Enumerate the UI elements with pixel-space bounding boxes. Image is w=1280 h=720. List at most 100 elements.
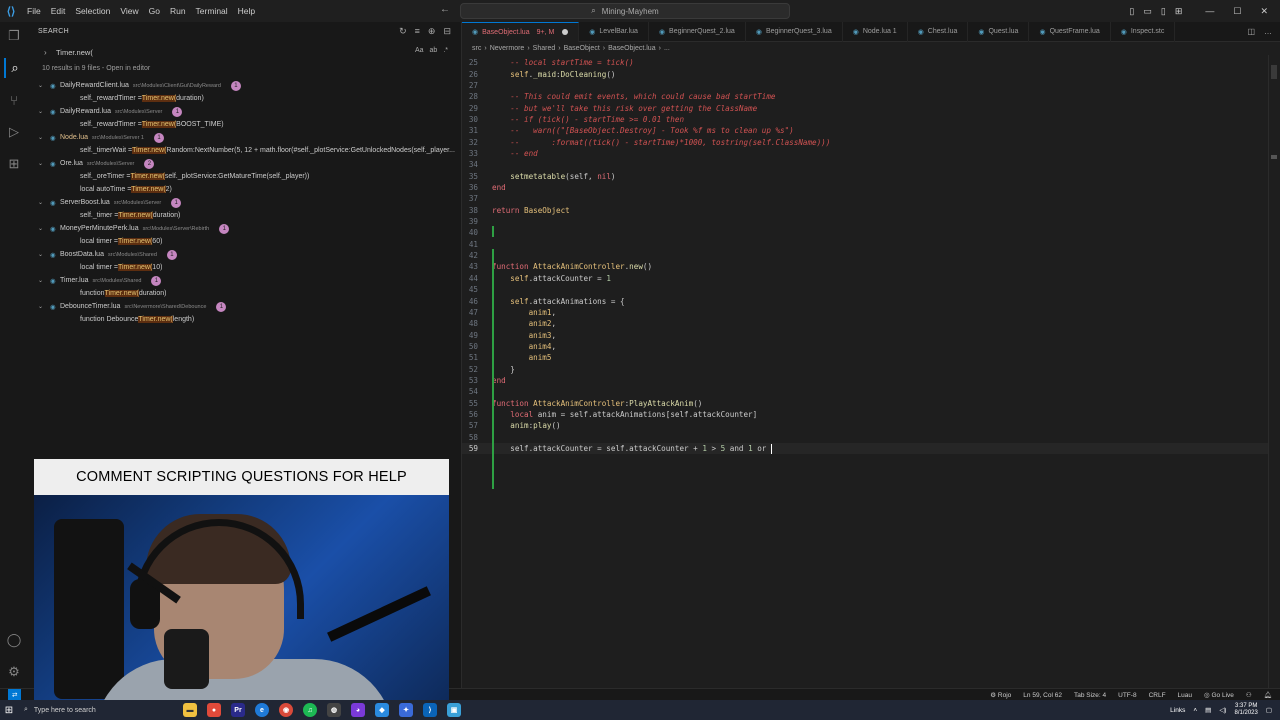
vscode-icon[interactable]: ⟩: [423, 703, 437, 717]
file-explorer-icon[interactable]: ▬: [183, 703, 197, 717]
notification-center-icon[interactable]: ▢: [1266, 706, 1272, 714]
editor-tab[interactable]: ◉ Chest.lua: [908, 21, 969, 42]
code-line[interactable]: 59 self.attackCounter = self.attackCount…: [462, 442, 1268, 455]
tray-overflow-icon[interactable]: ˄: [1193, 707, 1197, 714]
clock[interactable]: 3:37 PM 8/1/2023: [1234, 703, 1257, 717]
result-match-row[interactable]: local timer = Timer.new(60): [28, 235, 461, 248]
menu-go[interactable]: Go: [144, 6, 165, 16]
breadcrumb-item[interactable]: Nevermore: [490, 45, 525, 52]
result-match-row[interactable]: self._rewardTimer = Timer.new(duration): [28, 92, 461, 105]
close-icon[interactable]: ✕: [1260, 6, 1268, 17]
windows-start-icon[interactable]: ⊞: [0, 700, 18, 720]
code-line[interactable]: 44 self.attackCounter = 1: [462, 273, 1268, 284]
tab-size[interactable]: Tab Size: 4: [1074, 692, 1106, 699]
code-line[interactable]: 25 -- local startTime = tick(): [462, 57, 1268, 68]
chevron-down-icon[interactable]: ⌄: [38, 277, 50, 284]
result-file-row[interactable]: ⌄ ◉ Timer.lua src\Modules\Shared 1: [28, 274, 461, 287]
menu-edit[interactable]: Edit: [46, 6, 71, 16]
chevron-down-icon[interactable]: ⌄: [38, 160, 50, 167]
result-file-row[interactable]: ⌄ ◉ ServerBoost.lua src\Modules\Server 1: [28, 196, 461, 209]
unsaved-dot-icon[interactable]: [562, 29, 569, 35]
code-line[interactable]: 55 function AttackAnimController:PlayAtta…: [462, 398, 1268, 409]
result-file-row[interactable]: ⌄ ◉ DailyRewardClient.lua src\Modules\Clien…: [28, 79, 461, 92]
code-line[interactable]: 49 anim3,: [462, 329, 1268, 340]
toggle-sidebar-icon[interactable]: ▯: [1129, 6, 1134, 17]
layout-icon[interactable]: ⊞: [1175, 6, 1183, 17]
links-label[interactable]: Links: [1170, 707, 1185, 714]
code-line[interactable]: 29 -- but we'll take this risk over gett…: [462, 102, 1268, 113]
toggle-panel-icon[interactable]: ▭: [1143, 6, 1152, 17]
refresh-icon[interactable]: ↻: [399, 26, 407, 37]
clear-results-icon[interactable]: ≡: [415, 26, 420, 37]
code-line[interactable]: 30 -- if (tick() - startTime >= 0.01 the…: [462, 114, 1268, 125]
chevron-down-icon[interactable]: ⌄: [38, 134, 50, 141]
code-line[interactable]: 27: [462, 80, 1268, 91]
notifications-icon[interactable]: 🔔︎: [1264, 691, 1272, 699]
taskbar-search[interactable]: ⌕ Type here to search: [18, 701, 153, 719]
minimize-icon[interactable]: —: [1205, 6, 1214, 16]
result-match-row[interactable]: self._timer = Timer.new(duration): [28, 209, 461, 222]
code-line[interactable]: 34: [462, 159, 1268, 170]
whole-word-icon[interactable]: ab: [430, 47, 438, 54]
volume-icon[interactable]: ◁): [1219, 706, 1226, 714]
code-line[interactable]: 31 -- warn(("[BaseObject.Destroy] - Took…: [462, 125, 1268, 136]
result-file-row[interactable]: ⌄ ◉ MoneyPerMinutePerk.lua src\Modules\Serv…: [28, 222, 461, 235]
extensions-icon[interactable]: ⊞: [4, 154, 24, 174]
code-line[interactable]: 45: [462, 284, 1268, 295]
obs-icon[interactable]: ◍: [327, 703, 341, 717]
maximize-icon[interactable]: ☐: [1233, 6, 1241, 17]
settings-gear-icon[interactable]: ⚙: [4, 662, 24, 682]
cursor-position[interactable]: Ln 59, Col 62: [1023, 692, 1062, 699]
code-line[interactable]: 51 anim5: [462, 352, 1268, 363]
chevron-down-icon[interactable]: ⌄: [38, 225, 50, 232]
code-line[interactable]: 50 anim4,: [462, 341, 1268, 352]
editor-tab[interactable]: ◉ BeginnerQuest_2.lua: [649, 21, 746, 42]
result-file-row[interactable]: ⌄ ◉ BoostData.lua src\Modules\Shared 1: [28, 248, 461, 261]
result-match-row[interactable]: self._oreTimer = Timer.new(self._plotSer…: [28, 170, 461, 183]
eol[interactable]: CRLF: [1149, 692, 1166, 699]
chevron-down-icon[interactable]: ⌄: [38, 303, 50, 310]
match-case-icon[interactable]: Aa: [415, 47, 424, 54]
menu-selection[interactable]: Selection: [70, 6, 115, 16]
premiere-icon[interactable]: Pr: [231, 703, 245, 717]
minimap[interactable]: [1268, 55, 1280, 688]
code-line[interactable]: 48 anim2,: [462, 318, 1268, 329]
result-match-row[interactable]: local timer = Timer.new(10): [28, 261, 461, 274]
code-line[interactable]: 52 }: [462, 363, 1268, 374]
roblox-icon[interactable]: ▣: [447, 703, 461, 717]
breadcrumb-item[interactable]: BaseObject.lua: [608, 45, 655, 52]
toggle-secondary-icon[interactable]: ▯: [1161, 6, 1166, 17]
menu-file[interactable]: File: [22, 6, 46, 16]
roblox-studio-icon[interactable]: ◆: [375, 703, 389, 717]
spotify-icon[interactable]: ♫: [303, 703, 317, 717]
editor-tab[interactable]: ◉ Quest.lua: [968, 21, 1030, 42]
code-line[interactable]: 38 return BaseObject: [462, 205, 1268, 216]
menu-terminal[interactable]: Terminal: [191, 6, 233, 16]
discord-icon[interactable]: ◕: [351, 703, 365, 717]
code-editor[interactable]: 25 -- local startTime = tick() 26 self._m…: [462, 55, 1280, 688]
code-line[interactable]: 26 self._maid:DoCleaning(): [462, 68, 1268, 79]
code-line[interactable]: 54: [462, 386, 1268, 397]
chevron-down-icon[interactable]: ⌄: [38, 82, 50, 89]
code-line[interactable]: 35 setmetatable(self, nil): [462, 171, 1268, 182]
network-icon[interactable]: ▤: [1205, 706, 1211, 714]
toggle-replace-icon[interactable]: ›: [44, 48, 56, 57]
code-line[interactable]: 47 anim1,: [462, 307, 1268, 318]
results-summary[interactable]: 10 results in 9 files - Open in editor: [42, 65, 461, 79]
editor-tab[interactable]: ◉ Node.lua 1: [843, 21, 908, 42]
result-file-row[interactable]: ⌄ ◉ Node.lua src\Modules\Server 1 1: [28, 131, 461, 144]
editor-tab[interactable]: ◉ QuestFrame.lua: [1029, 21, 1111, 42]
code-line[interactable]: 58: [462, 432, 1268, 443]
explorer-icon[interactable]: ❐: [4, 26, 24, 46]
command-center[interactable]: ⌕ Mining-Mayhem: [460, 3, 790, 19]
rojo-status[interactable]: ⚙ Rojo: [990, 691, 1011, 699]
edge-icon[interactable]: e: [255, 703, 269, 717]
code-line[interactable]: 32 -- :format((tick() - startTime)*1000,…: [462, 136, 1268, 147]
result-match-row[interactable]: self._rewardTimer = Timer.new(BOOST_TIME…: [28, 118, 461, 131]
code-line[interactable]: 53 end: [462, 375, 1268, 386]
search-icon[interactable]: ⌕: [4, 58, 24, 78]
chrome-icon[interactable]: ●: [207, 703, 221, 717]
result-file-row[interactable]: ⌄ ◉ Ore.lua src\Modules\Server 2: [28, 157, 461, 170]
code-line[interactable]: 56 local anim = self.attackAnimations[se…: [462, 409, 1268, 420]
back-arrow-icon[interactable]: ←: [440, 4, 450, 15]
